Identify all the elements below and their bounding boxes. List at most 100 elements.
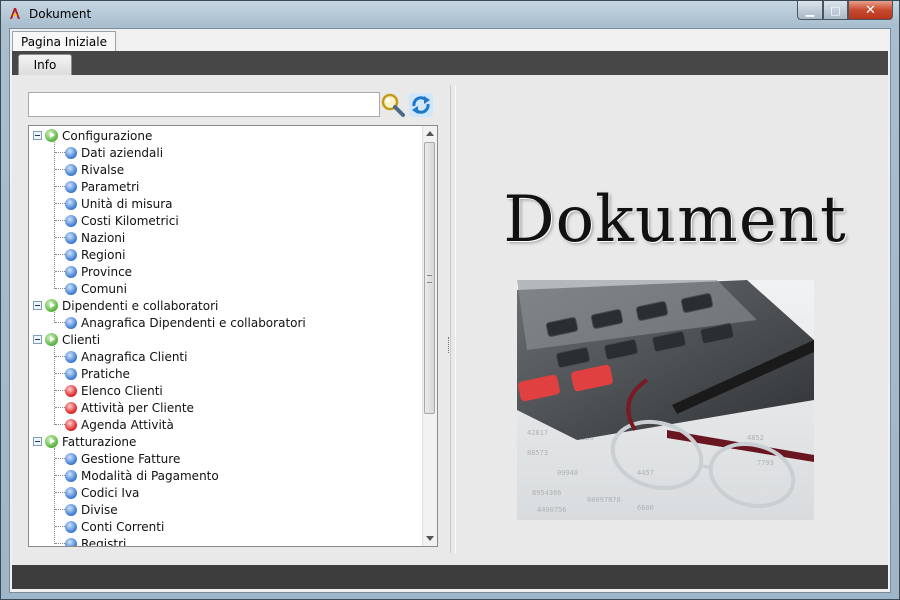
tree-item[interactable]: Nazioni bbox=[65, 229, 125, 246]
tree-item[interactable]: Conti Correnti bbox=[65, 518, 164, 535]
tree-connector bbox=[55, 390, 65, 391]
tab-info[interactable]: Info bbox=[18, 54, 72, 75]
svg-text:7793: 7793 bbox=[757, 459, 774, 467]
tree-item-label: Regioni bbox=[81, 247, 126, 262]
play-icon bbox=[45, 333, 58, 346]
tree-connector bbox=[54, 448, 55, 544]
tree-item-label: Parametri bbox=[81, 179, 140, 194]
tree-connector bbox=[55, 424, 65, 425]
tree-item-label: Gestione Fatture bbox=[81, 451, 181, 466]
tree-connector bbox=[54, 346, 55, 425]
tree-item[interactable]: Dati aziendali bbox=[65, 144, 163, 161]
navigation-tree[interactable]: Configurazione Dati aziendali Rivalse Param… bbox=[28, 125, 438, 547]
collapse-icon[interactable] bbox=[33, 131, 42, 140]
play-icon bbox=[45, 435, 58, 448]
close-button[interactable]: ✕ bbox=[848, 1, 893, 20]
tree-scrollbar[interactable] bbox=[422, 126, 437, 546]
app-window: Dokument ▁ □ ✕ Pagina Iniziale Info Conf… bbox=[0, 0, 900, 600]
tree-item-label: Conti Correnti bbox=[81, 519, 165, 534]
tree-connector bbox=[55, 237, 65, 238]
collapse-icon[interactable] bbox=[33, 335, 42, 344]
tree-item-label: Costi Kilometrici bbox=[81, 213, 179, 228]
tree-connector bbox=[55, 509, 65, 510]
tree-item[interactable]: Codici Iva bbox=[65, 484, 139, 501]
refresh-icon[interactable] bbox=[408, 92, 434, 118]
tree-connector bbox=[55, 203, 65, 204]
tree-item[interactable]: Unità di misura bbox=[65, 195, 173, 212]
scroll-up-icon[interactable] bbox=[426, 131, 434, 136]
tree-connector bbox=[55, 271, 65, 272]
search-icon[interactable] bbox=[380, 92, 406, 118]
tree-group[interactable]: Dipendenti e collaboratori bbox=[33, 297, 218, 314]
tree-item-label: Registri bbox=[81, 536, 127, 547]
tree-item[interactable]: Rivalse bbox=[65, 161, 124, 178]
status-dot-icon bbox=[65, 503, 77, 516]
tree-item[interactable]: Anagrafica Clienti bbox=[65, 348, 187, 365]
status-dot-icon bbox=[65, 197, 77, 210]
tree-item[interactable]: Parametri bbox=[65, 178, 139, 195]
title-bar[interactable]: Dokument ▁ □ ✕ bbox=[1, 1, 899, 27]
tree-connector bbox=[55, 407, 65, 408]
collapse-icon[interactable] bbox=[33, 437, 42, 446]
tree-connector bbox=[55, 288, 65, 289]
sub-tab-bar bbox=[12, 51, 888, 75]
scroll-down-icon[interactable] bbox=[426, 536, 434, 541]
tree-item-label: Codici Iva bbox=[81, 485, 140, 500]
maximize-button[interactable]: □ bbox=[823, 1, 848, 20]
tree-item-label: Unità di misura bbox=[81, 196, 173, 211]
tree-connector bbox=[55, 254, 65, 255]
status-dot-icon bbox=[65, 316, 77, 329]
tree-item-label: Modalità di Pagamento bbox=[81, 468, 219, 483]
tree-item[interactable]: Anagrafica Dipendenti e collaboratori bbox=[65, 314, 306, 331]
status-dot-icon bbox=[65, 384, 77, 397]
app-logo-icon bbox=[10, 8, 20, 19]
tree-item-label: Anagrafica Clienti bbox=[81, 349, 188, 364]
status-dot-icon bbox=[65, 520, 77, 533]
svg-text:42817: 42817 bbox=[527, 429, 548, 437]
tree-item-label: Elenco Clienti bbox=[81, 383, 163, 398]
pane-splitter[interactable] bbox=[450, 85, 456, 553]
svg-text:4490756: 4490756 bbox=[537, 506, 567, 514]
tree-group[interactable]: Clienti bbox=[33, 331, 100, 348]
status-dot-icon bbox=[65, 452, 77, 465]
status-bar bbox=[12, 565, 888, 589]
tree-item[interactable]: Province bbox=[65, 263, 132, 280]
svg-text:6600: 6600 bbox=[637, 504, 654, 512]
tree-group[interactable]: Fatturazione bbox=[33, 433, 136, 450]
tree-group-label: Fatturazione bbox=[62, 434, 137, 449]
tree-connector bbox=[55, 543, 65, 544]
tree-connector bbox=[55, 322, 65, 323]
tree-item[interactable]: Agenda Attività bbox=[65, 416, 174, 433]
tree-item[interactable]: Regioni bbox=[65, 246, 125, 263]
scroll-thumb[interactable] bbox=[424, 142, 435, 414]
minimize-icon: ▁ bbox=[805, 3, 815, 17]
status-dot-icon bbox=[65, 214, 77, 227]
tree-item[interactable]: Pratiche bbox=[65, 365, 130, 382]
svg-text:09948: 09948 bbox=[557, 469, 578, 477]
tree-item[interactable]: Costi Kilometrici bbox=[65, 212, 179, 229]
tree-connector bbox=[55, 356, 65, 357]
tab-pagina-iniziale[interactable]: Pagina Iniziale bbox=[12, 31, 116, 52]
collapse-icon[interactable] bbox=[33, 301, 42, 310]
tree-item[interactable]: Gestione Fatture bbox=[65, 450, 180, 467]
tree-item-label: Attività per Cliente bbox=[81, 400, 194, 415]
maximize-icon: □ bbox=[830, 3, 841, 17]
minimize-button[interactable]: ▁ bbox=[797, 1, 823, 20]
tree-item[interactable]: Comuni bbox=[65, 280, 127, 297]
tree-group[interactable]: Configurazione bbox=[33, 127, 152, 144]
search-input[interactable] bbox=[28, 92, 380, 117]
tree-group-label: Clienti bbox=[62, 332, 101, 347]
tree-item-label: Comuni bbox=[81, 281, 127, 296]
tree-item[interactable]: Elenco Clienti bbox=[65, 382, 163, 399]
status-dot-icon bbox=[65, 401, 77, 414]
tree-item[interactable]: Registri bbox=[65, 535, 126, 546]
grip-icon bbox=[427, 275, 432, 283]
splitter-grip-icon[interactable] bbox=[448, 337, 451, 353]
tree-item[interactable]: Divise bbox=[65, 501, 118, 518]
status-dot-icon bbox=[65, 486, 77, 499]
svg-text:4852: 4852 bbox=[747, 434, 764, 442]
status-dot-icon bbox=[65, 282, 77, 295]
status-dot-icon bbox=[65, 231, 77, 244]
tree-item[interactable]: Attività per Cliente bbox=[65, 399, 194, 416]
tree-item[interactable]: Modalità di Pagamento bbox=[65, 467, 219, 484]
